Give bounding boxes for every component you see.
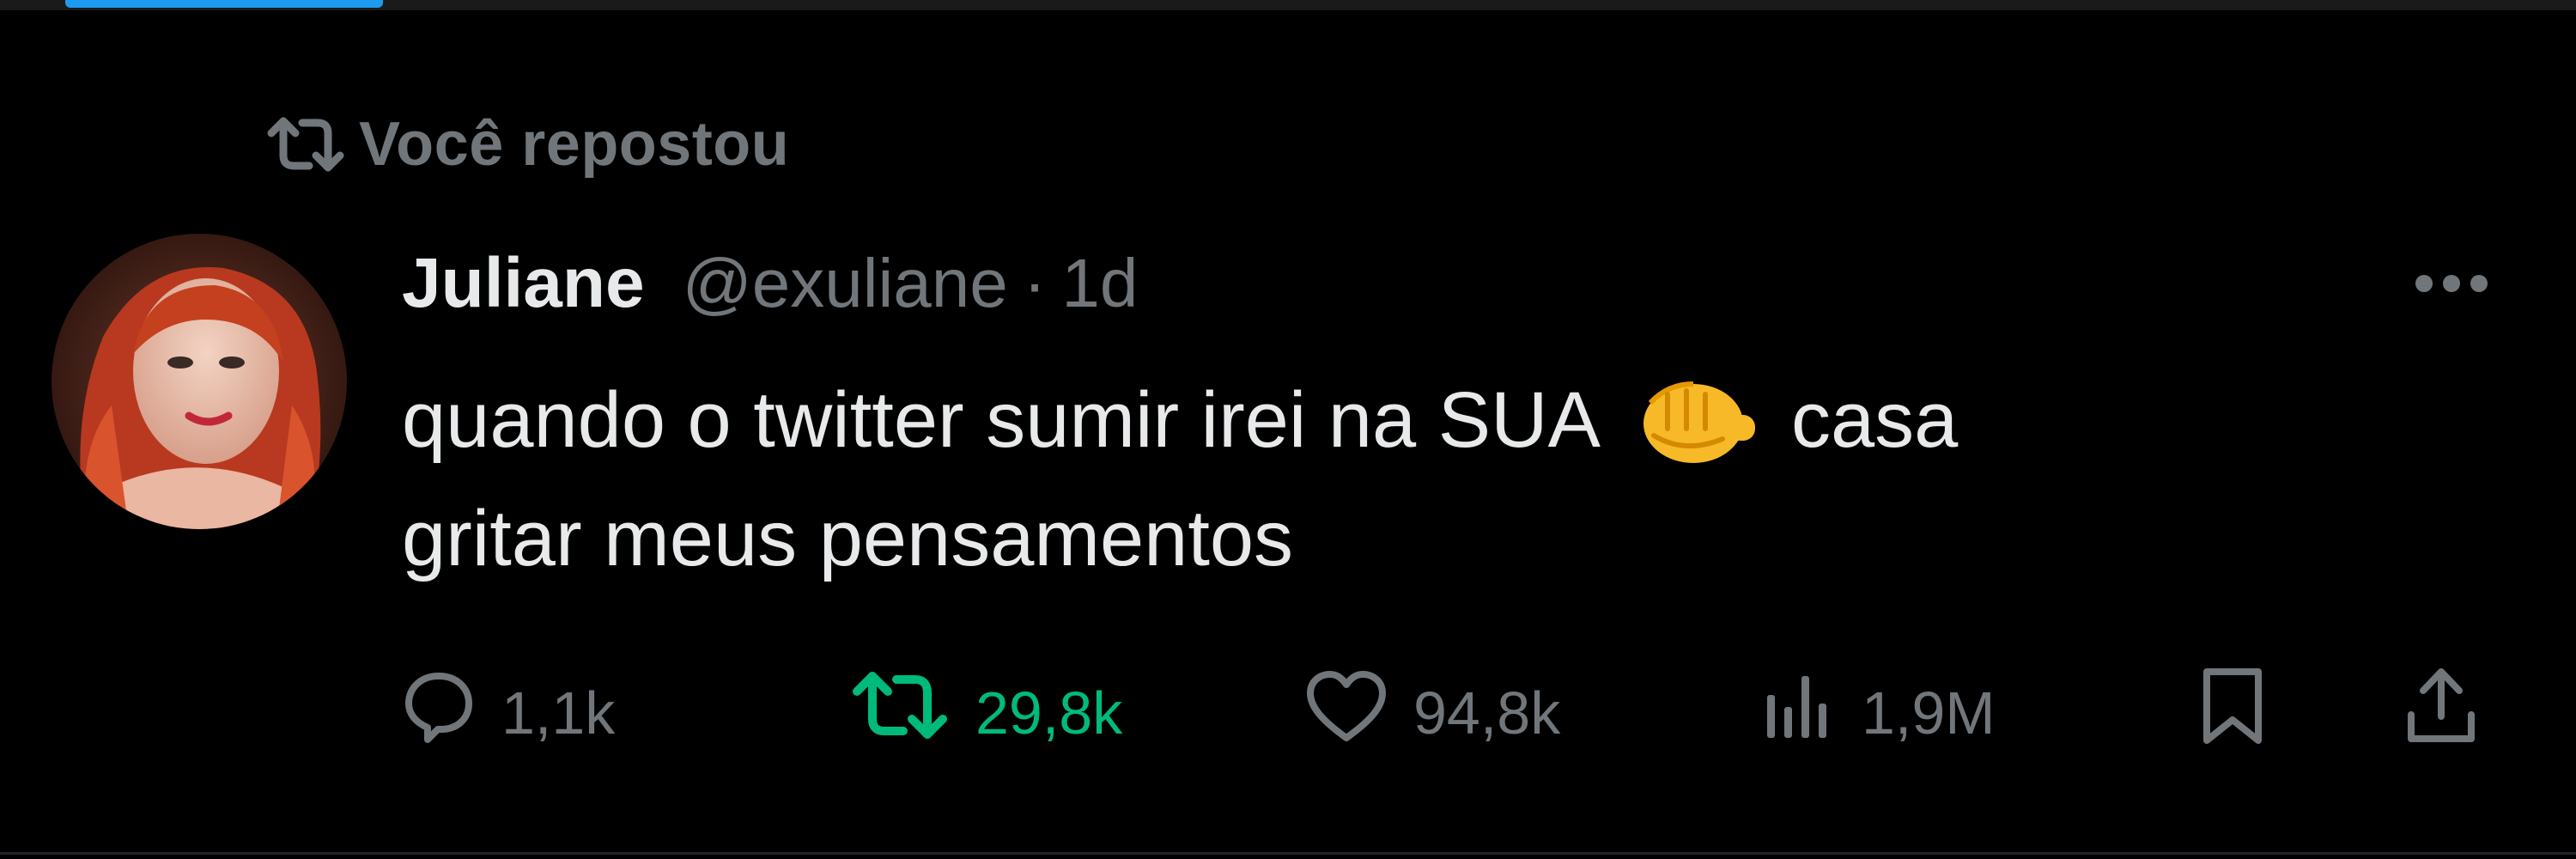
reply-count: 1,1k <box>501 679 616 746</box>
tweet-time[interactable]: 1d <box>1061 244 1138 323</box>
tab-indicator <box>65 0 383 8</box>
bookmark-icon <box>2198 665 2267 761</box>
tweet-text: quando o twitter sumir irei na SUA casa … <box>402 361 2463 598</box>
reply-icon <box>402 669 476 757</box>
repost-icon <box>264 110 359 179</box>
heart-icon <box>1305 669 1388 757</box>
share-icon <box>2404 665 2478 761</box>
fist-emoji-icon <box>1633 369 1762 472</box>
tweet-text-segment: gritar meus pensamentos <box>402 495 1294 582</box>
tweet-header: Juliane @exuliane · 1d <box>402 241 1138 326</box>
bottom-divider <box>0 852 2576 855</box>
share-button[interactable] <box>2404 661 2478 765</box>
repost-context[interactable]: Você repostou <box>264 110 789 179</box>
avatar[interactable] <box>52 234 347 529</box>
tweet-text-segment: casa <box>1790 376 1959 464</box>
tweet-text-line: quando o twitter sumir irei na SUA casa <box>402 361 2463 479</box>
repost-icon <box>850 669 950 757</box>
bookmark-button[interactable] <box>2198 661 2267 765</box>
separator-dot: · <box>1023 245 1047 321</box>
tweet-text-line: gritar meus pensamentos <box>402 479 2463 598</box>
views-count: 1,9M <box>1862 679 1996 746</box>
author-name[interactable]: Juliane <box>402 243 645 324</box>
repost-count: 29,8k <box>975 679 1123 746</box>
reply-button[interactable]: 1,1k <box>402 661 615 765</box>
tweet-text-segment: quando o twitter sumir irei na SUA <box>402 376 1601 464</box>
author-handle[interactable]: @exuliane <box>683 244 1008 323</box>
views-icon <box>1762 669 1836 757</box>
repost-button[interactable]: 29,8k <box>850 661 1122 765</box>
more-button[interactable] <box>2387 258 2516 309</box>
more-icon <box>2415 275 2433 292</box>
action-bar: 1,1k 29,8k 94,8k 1,9M <box>0 661 2576 765</box>
like-count: 94,8k <box>1413 679 1561 746</box>
top-divider <box>0 0 2576 10</box>
like-button[interactable]: 94,8k <box>1305 661 1560 765</box>
views-button[interactable]: 1,9M <box>1762 661 1996 765</box>
repost-context-label: Você repostou <box>359 110 790 179</box>
